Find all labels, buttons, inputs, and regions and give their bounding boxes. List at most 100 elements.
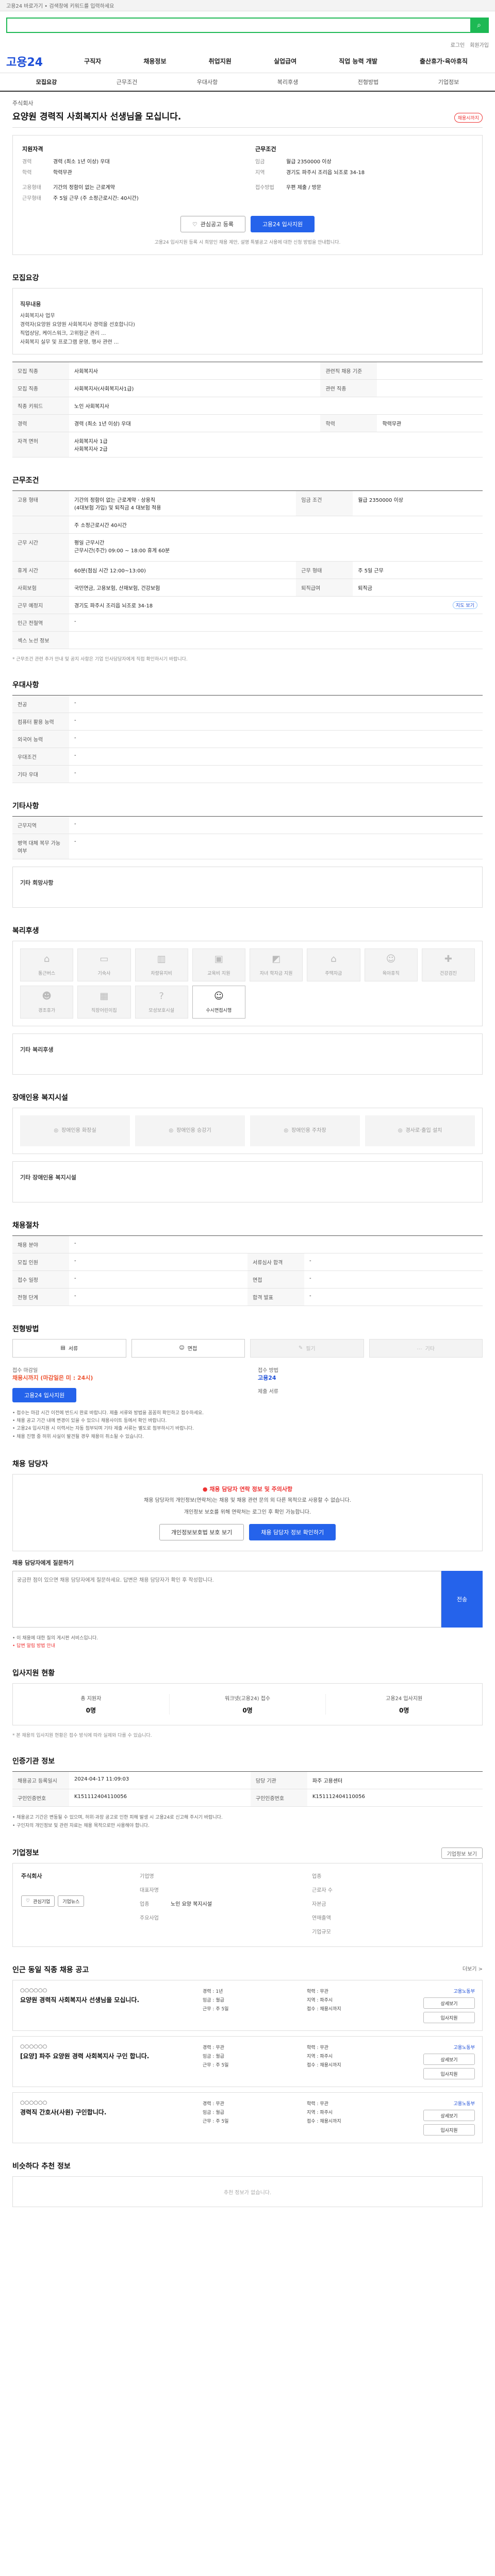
method-apply-button[interactable]: 고용24 입사지원	[12, 1387, 77, 1402]
etc-wish-heading: 기타 회망사항	[20, 879, 54, 886]
company-interest-button[interactable]: ♡ 관심기업	[21, 1895, 55, 1907]
related-apply-button[interactable]: 입사지원	[423, 2068, 475, 2080]
welfare-heading: 복리후생	[12, 926, 39, 935]
table-key: 근무 형태	[296, 561, 353, 579]
summary-value: 월급 2350000 이상	[286, 159, 332, 165]
map-button[interactable]: 지도 보기	[453, 601, 477, 609]
welfare-item-label: 수시면접시행	[206, 1008, 232, 1014]
related-title[interactable]: 경력직 간호사(사원) 구인합니다.	[20, 2108, 195, 2116]
related-item[interactable]: ○○○○○○ [요양] 파주 요양원 경력 사회복지사 구인 합니다. 경력 : 무…	[12, 2036, 483, 2088]
tab-company[interactable]: 기업정보	[408, 78, 489, 86]
related-title[interactable]: 요양원 경력직 사회복지사 선생님을 모십니다.	[20, 1995, 195, 2004]
table-key: 구인인증번호	[12, 1789, 69, 1807]
table-key: 근무 시간	[12, 533, 69, 562]
method-bullet: • 채용 공고 기간 내에 변경이 있을 수 있으니 채용사이트 등에서 확인 …	[12, 1418, 167, 1423]
recent-heading: 비슷하다 추천 정보	[12, 2162, 71, 2171]
interest-button-label: 관심공고 등록	[200, 221, 234, 228]
method-item: … 기타	[369, 1338, 483, 1358]
stats-box: 총 지원자 0명 워크넷(고용24) 접수 0명 고용24 입사지원 0명	[12, 1683, 483, 1726]
table-key: 외국어 능력	[12, 730, 69, 748]
related-apply-button[interactable]: 입사지원	[423, 2124, 475, 2136]
summary-qualification-heading: 지원자격	[22, 146, 43, 152]
company-key: 업종	[140, 1902, 150, 1908]
related-item[interactable]: ○○○○○○ 요양원 경력직 사회복지사 선생님을 모십니다. 경력 : 1년 학력 …	[12, 1980, 483, 2031]
view-manager-button[interactable]: 채용 담당자 정보 확인하기	[249, 1523, 336, 1540]
related-detail-button[interactable]: 상세보기	[423, 2110, 475, 2122]
join-link[interactable]: 회원가입	[470, 41, 489, 48]
search-button[interactable]: ⌕	[470, 19, 488, 32]
company-value	[171, 1886, 302, 1893]
heart-icon: ♡	[192, 221, 197, 228]
related-item-main: ○○○○○○ 경력직 간호사(사원) 구인합니다.	[20, 2100, 195, 2136]
table-row: 근무 시간 평일 근무시간 근무시간(주간) 09:00 ~ 18:00 휴게 6…	[12, 533, 483, 562]
table-key: 자격 면허	[12, 432, 69, 457]
stat-value: 0명	[242, 1707, 253, 1715]
gnb-item-jobseeker[interactable]: 구직자	[84, 57, 101, 65]
question-icon: ?	[159, 990, 164, 1002]
table-key: 합격 발표	[248, 1288, 304, 1306]
table-value: -	[304, 1288, 483, 1306]
bed-icon: ▭	[100, 953, 109, 964]
welfare-item-label: 통근버스	[38, 971, 56, 977]
qa-submit-button[interactable]: 전송	[441, 1570, 483, 1628]
summary-value: 학력무관	[53, 170, 72, 176]
gnb-item-leave[interactable]: 출산휴가·육아휴직	[420, 57, 468, 65]
table-key: 퇴직급여	[296, 579, 353, 597]
company-info-button[interactable]: 기업정보 보기	[441, 1848, 483, 1859]
related-detail-button[interactable]: 상세보기	[423, 2054, 475, 2065]
summary-value: 주 5일 근무 (주 소정근로시간: 40시간)	[53, 196, 139, 201]
interest-button[interactable]: ♡ 관심공고 등록	[180, 216, 245, 232]
table-row: 전공 -	[12, 695, 483, 713]
related-item[interactable]: ○○○○○○ 경력직 간호사(사원) 구인합니다. 경력 : 무관 학력 : 무관 임금…	[12, 2092, 483, 2144]
login-link[interactable]: 로그인	[451, 41, 465, 48]
gnb-item-support[interactable]: 취업지원	[209, 57, 232, 65]
table-key: 경력	[12, 414, 69, 432]
stat-label: 총 지원자	[80, 1696, 102, 1702]
method-section: 전형방법 ▤ 서류 ☺ 면접 ✎ 필기… 기타 접수 마감일 채용시까지 (마감일은 미 :…	[12, 1324, 483, 1441]
gnb-item-benefit[interactable]: 실업급여	[274, 57, 296, 65]
related-more-link[interactable]: 더보기 >	[463, 1964, 483, 1972]
disabled-card-label: 경사로·출입 설치	[405, 1128, 442, 1134]
recent-empty-box: 추천 정보가 없습니다.	[12, 2176, 483, 2208]
qa-textarea[interactable]	[12, 1570, 441, 1628]
job-title: 요양원 경력직 사회복지사 선생님을 모십니다.	[12, 112, 182, 122]
search-input[interactable]	[7, 19, 470, 32]
preference-table: 전공 - 컴퓨터 활용 능력 - 외국어 능력 - 우대조건 - 기타 우대 -	[12, 694, 483, 783]
tab-process[interactable]: 전형방법	[328, 78, 408, 86]
related-meta-item: 지역 : 파주시	[307, 2110, 333, 2116]
related-detail-button[interactable]: 상세보기	[423, 1997, 475, 2009]
table-value: 사회복지사 1급 사회복지사 2급	[69, 432, 483, 457]
privacy-button[interactable]: 개인정보보호법 보호 보기	[159, 1523, 244, 1540]
cap-icon: ◩	[272, 953, 281, 964]
related-apply-button[interactable]: 입사지원	[423, 2012, 475, 2024]
qa-heading: 채용 담당자에게 질문하기	[12, 1559, 74, 1566]
summary-key: 학력	[22, 170, 32, 176]
site-logo[interactable]: 고용24	[6, 53, 63, 70]
company-value	[343, 1913, 474, 1921]
summary-value: 경기도 파주시 조리읍 뇌조로 34-18	[286, 170, 365, 176]
person-icon: ☺	[213, 990, 224, 1002]
method-bullet: • 접수는 마감 시간 이전에 반드시 완료 바랍니다. 제출 서류와 방법을 …	[12, 1410, 204, 1416]
apply-deadline-value: 채용시까지 (마감일은 미 : 24시)	[12, 1374, 93, 1381]
utility-text: 고용24 바로가기 • 검색창에 키워드를 입력하세요	[6, 4, 114, 9]
company-value	[171, 1872, 302, 1879]
table-row: 기타 우대 -	[12, 765, 483, 783]
disabled-section: 장애인용 복지시설 ◎ 장애인용 화장실 ◎ 장애인용 승강기 ◎ 장애인용 주차장 …	[12, 1092, 483, 1202]
related-meta: 경력 : 무관 학력 : 무관 임금 : 월급 지역 : 파주시 근무 : 주 5일 접수…	[203, 2044, 406, 2079]
company-key: 근로자 수	[312, 1888, 333, 1894]
welfare-item: ⌂ 주택자금	[307, 948, 360, 981]
gnb-item-training[interactable]: 직업 능력 개발	[339, 57, 377, 65]
apply-button[interactable]: 고용24 입사지원	[250, 216, 315, 232]
method-bullets: • 접수는 마감 시간 이전에 반드시 완료 바랍니다. 제출 서류와 방법을 …	[12, 1410, 483, 1441]
tab-recruit[interactable]: 모집요강	[6, 78, 87, 86]
related-meta-item: 근무 : 주 5일	[203, 2007, 229, 2012]
tab-preference[interactable]: 우대사항	[167, 78, 248, 86]
ramp-icon: ◎	[398, 1128, 403, 1134]
tab-welfare[interactable]: 복리후생	[248, 78, 328, 86]
related-meta-item: 경력 : 무관	[203, 2045, 224, 2051]
tab-condition[interactable]: 근무조건	[87, 78, 167, 86]
building-icon: ▦	[100, 990, 109, 1002]
gnb-item-jobs[interactable]: 채용정보	[143, 57, 166, 65]
company-news-button[interactable]: 기업뉴스	[58, 1895, 85, 1907]
related-title[interactable]: [요양] 파주 요양원 경력 사회복지사 구인 합니다.	[20, 2052, 195, 2060]
